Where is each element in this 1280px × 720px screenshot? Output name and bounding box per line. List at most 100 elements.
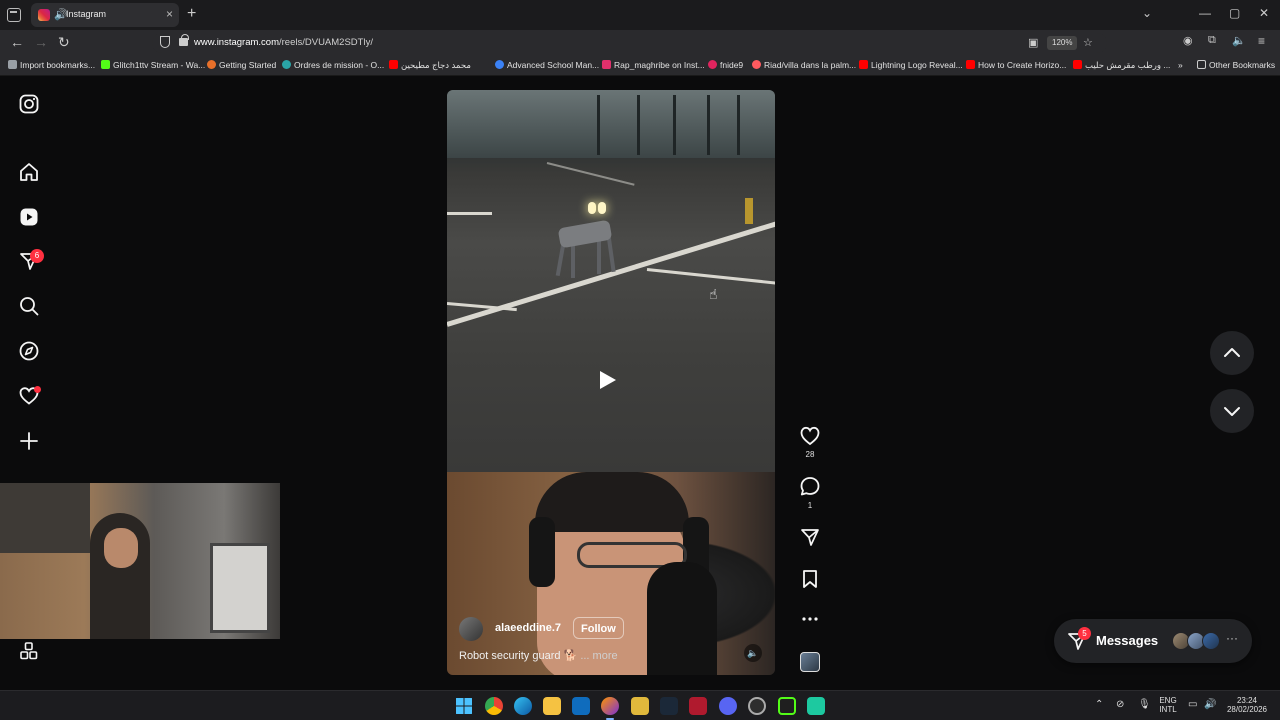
bookmarks-overflow-icon[interactable]: » xyxy=(1178,60,1183,70)
parking-line xyxy=(646,268,775,285)
bookmark-item[interactable]: Ordres de mission - O... xyxy=(282,60,384,70)
new-tab-button[interactable]: + xyxy=(187,5,196,23)
save-bookmark-icon[interactable] xyxy=(796,568,824,590)
minimize-button[interactable]: — xyxy=(1199,6,1211,20)
comment-icon[interactable] xyxy=(796,475,824,497)
lock-icon[interactable] xyxy=(179,34,189,46)
windows-taskbar: ⌃ ⊘ 🎙 ENG INTL ▭ 🔊 23:24 28/02/2026 xyxy=(0,690,1280,720)
whatsapp-icon[interactable] xyxy=(807,697,825,715)
bookmark-item[interactable]: ورطب مقرمش حليب ... xyxy=(1073,60,1170,71)
message-avatar xyxy=(1202,632,1220,650)
bookmarks-bar: Import bookmarks... Glitch1ttv Stream - … xyxy=(0,56,1280,76)
close-tab-icon[interactable]: × xyxy=(166,7,173,21)
tab-instagram[interactable]: 🔊 Instagram × xyxy=(31,3,179,27)
reel-bottom-scene xyxy=(447,472,775,675)
tray-overflow-icon[interactable]: ⌃ xyxy=(1095,699,1103,710)
audio-track-thumbnail[interactable] xyxy=(800,652,820,672)
extensions-icon[interactable]: ⧉ xyxy=(1208,34,1216,47)
bookmark-item[interactable]: Getting Started xyxy=(207,60,276,70)
back-button[interactable]: ← xyxy=(10,34,24,50)
messages-button[interactable]: 5 Messages ··· xyxy=(1054,619,1252,663)
caption-more-link[interactable]: ... more xyxy=(580,650,617,662)
bookmark-item[interactable]: Import bookmarks... xyxy=(8,60,95,70)
reader-view-icon[interactable]: ▣ xyxy=(1028,36,1038,49)
parking-line xyxy=(546,162,635,186)
menu-icon[interactable]: ≡ xyxy=(1258,34,1265,48)
firefox-icon[interactable] xyxy=(601,697,619,715)
github-icon[interactable] xyxy=(748,697,766,715)
microphone-icon[interactable]: 🎙 xyxy=(1138,699,1151,710)
railing-post xyxy=(673,95,676,155)
railing-post xyxy=(737,95,740,155)
language-indicator[interactable]: ENG INTL xyxy=(1157,696,1179,714)
like-count[interactable]: 28 xyxy=(796,450,824,459)
parking-line xyxy=(447,212,492,215)
follow-button[interactable]: Follow xyxy=(573,617,624,639)
other-bookmarks[interactable]: Other Bookmarks xyxy=(1197,60,1275,70)
explore-icon[interactable] xyxy=(19,341,39,361)
reel-video[interactable]: ☝ alaeeddine.7 Follow Robot security gua… xyxy=(447,90,775,675)
robot-dog-light xyxy=(598,202,606,214)
like-heart-icon[interactable] xyxy=(796,424,824,446)
railing-post xyxy=(597,95,600,155)
create-plus-icon[interactable] xyxy=(19,431,39,451)
account-icon[interactable]: ◉ xyxy=(1183,34,1193,47)
forward-button[interactable]: → xyxy=(34,34,48,50)
edge-icon[interactable] xyxy=(514,697,532,715)
clock[interactable]: 23:24 28/02/2026 xyxy=(1222,696,1272,714)
more-apps-icon[interactable] xyxy=(19,641,39,661)
outlook-icon[interactable] xyxy=(572,697,590,715)
activity-dot xyxy=(34,386,41,393)
home-icon[interactable] xyxy=(19,162,39,182)
close-window-button[interactable]: ✕ xyxy=(1259,6,1269,20)
file-explorer-icon[interactable] xyxy=(543,697,561,715)
zoom-level[interactable]: 120% xyxy=(1047,36,1078,50)
author-username[interactable]: alaeeddine.7 xyxy=(495,622,561,634)
reels-icon[interactable] xyxy=(19,207,39,227)
bookmark-item[interactable]: fnide9 xyxy=(708,60,743,70)
reel-top-scene xyxy=(447,90,775,472)
instagram-logo-icon[interactable] xyxy=(19,94,39,114)
messages-badge: 5 xyxy=(1078,627,1091,640)
kick-icon[interactable] xyxy=(778,697,796,715)
notes-app-icon[interactable] xyxy=(631,697,649,715)
microphone xyxy=(647,562,717,675)
caption-text: Robot security guard 🐕 xyxy=(459,650,578,662)
windows-start-icon[interactable] xyxy=(455,697,473,715)
search-icon[interactable] xyxy=(19,296,39,316)
maximize-button[interactable]: ▢ xyxy=(1229,6,1240,20)
mute-tab-icon[interactable]: 🔈 xyxy=(1232,34,1246,47)
bookmark-item[interactable]: Lightning Logo Reveal... xyxy=(859,60,963,70)
tab-list-icon[interactable] xyxy=(7,8,21,22)
comment-count[interactable]: 1 xyxy=(796,501,824,510)
more-options-icon[interactable] xyxy=(796,610,824,628)
play-icon[interactable] xyxy=(600,371,616,389)
discord-icon[interactable] xyxy=(719,697,737,715)
steam-icon[interactable] xyxy=(660,697,678,715)
bookmark-item[interactable]: Glitch1ttv Stream - Wa... xyxy=(101,60,205,70)
bookmark-item[interactable]: Rap_maghribe on Inst... xyxy=(602,60,705,70)
adobe-app-icon[interactable] xyxy=(689,697,707,715)
bookmark-item[interactable]: Riad/villa dans la palm... xyxy=(752,60,856,70)
next-reel-button[interactable] xyxy=(1210,389,1254,433)
display-icon[interactable]: ▭ xyxy=(1188,699,1197,710)
webcam-monitor xyxy=(210,543,270,633)
previous-reel-button[interactable] xyxy=(1210,331,1254,375)
volume-tray-icon[interactable]: 🔊 xyxy=(1204,699,1216,710)
tab-overflow-chevron-icon[interactable]: ⌄ xyxy=(1142,6,1152,20)
bookmark-item[interactable]: Advanced School Man... xyxy=(495,60,599,70)
network-icon[interactable]: ⊘ xyxy=(1116,699,1124,710)
volume-icon[interactable]: 🔈 xyxy=(744,644,762,662)
yellow-post xyxy=(745,198,753,224)
bookmark-item[interactable]: How to Create Horizo... xyxy=(966,60,1066,70)
reload-button[interactable]: ↻ xyxy=(58,34,70,51)
chrome-icon[interactable] xyxy=(485,697,503,715)
address-bar[interactable]: www.instagram.com/reels/DVUAM2SDTly/ ▣ 1… xyxy=(152,33,1107,53)
bookmark-item[interactable]: محمد دجاج مطيحين xyxy=(389,60,471,71)
author-avatar[interactable] xyxy=(459,617,483,641)
bookmark-star-icon[interactable]: ☆ xyxy=(1083,36,1093,49)
url-text[interactable]: www.instagram.com/reels/DVUAM2SDTly/ xyxy=(194,37,373,48)
messages-label: Messages xyxy=(1096,633,1159,648)
shield-icon[interactable] xyxy=(160,36,170,48)
share-icon[interactable] xyxy=(796,526,824,548)
